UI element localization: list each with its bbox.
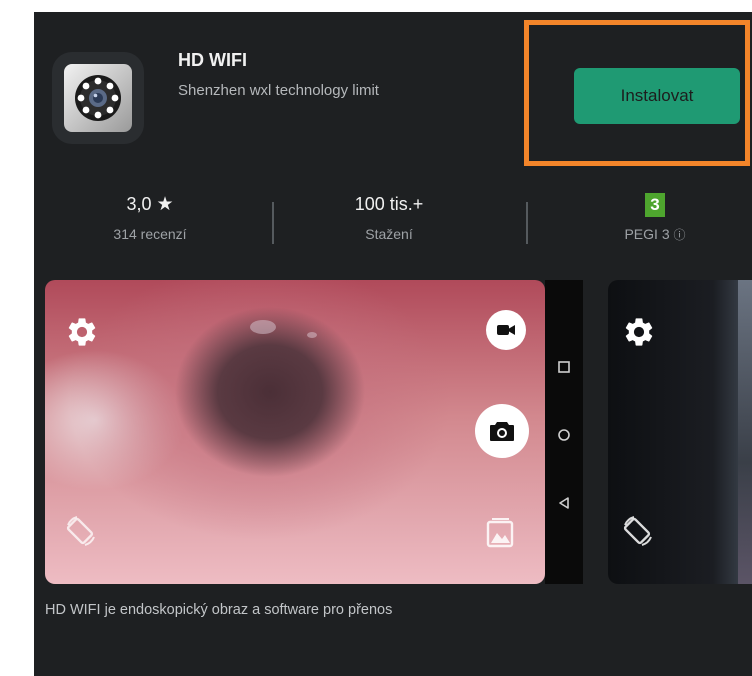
pegi-label: PEGI 3 <box>624 226 670 242</box>
android-navigation-bar <box>545 280 583 584</box>
screenshot-image-edge <box>738 280 752 584</box>
rotate-icon[interactable] <box>620 514 656 548</box>
square-icon[interactable] <box>557 360 571 374</box>
rotate-icon[interactable] <box>63 514 99 548</box>
back-triangle-icon[interactable] <box>557 496 571 510</box>
screenshot-2[interactable] <box>608 280 752 584</box>
downloads-value: 100 tis.+ <box>354 194 424 214</box>
pegi-badge: 3 <box>645 193 665 217</box>
camera-lens-icon <box>75 75 121 121</box>
lens-reflection <box>307 332 317 338</box>
record-video-button[interactable] <box>486 310 526 350</box>
lens-reflection <box>250 320 276 334</box>
gallery-icon[interactable] <box>484 516 516 550</box>
camera-icon <box>490 422 514 441</box>
app-icon[interactable] <box>52 52 144 144</box>
screenshot-1[interactable] <box>45 280 545 584</box>
developer-link[interactable]: Shenzhen wxl technology limit <box>178 82 379 99</box>
pegi-label-row: PEGI 3 ⓘ <box>600 226 710 243</box>
app-description[interactable]: HD WIFI je endoskopický obraz a software… <box>45 602 392 618</box>
star-icon: ★ <box>156 194 174 215</box>
stat-divider <box>272 202 274 244</box>
rating-stat[interactable]: 3,0 ★ 314 recenzí <box>90 192 210 242</box>
rating-value: 3,0 <box>126 194 152 214</box>
install-button[interactable]: Instalovat <box>574 68 740 124</box>
gear-icon[interactable] <box>65 315 99 349</box>
downloads-stat: 100 tis.+ Stažení <box>329 192 449 242</box>
downloads-label: Stažení <box>365 226 413 242</box>
app-store-screen: HD WIFI Shenzhen wxl technology limit In… <box>34 12 752 676</box>
app-icon-image <box>64 64 132 132</box>
pegi-stat[interactable]: 3 PEGI 3 ⓘ <box>600 192 710 243</box>
rating-value-row: 3,0 ★ <box>90 192 210 216</box>
capture-photo-button[interactable] <box>475 404 529 458</box>
gear-icon[interactable] <box>622 315 656 349</box>
reviews-count: 314 recenzí <box>113 226 187 242</box>
video-camera-icon <box>497 325 515 335</box>
stat-divider <box>526 202 528 244</box>
info-icon[interactable]: ⓘ <box>674 228 686 242</box>
circle-icon[interactable] <box>557 428 571 442</box>
pegi-badge-row: 3 <box>600 192 710 217</box>
app-title: HD WIFI <box>178 50 247 70</box>
